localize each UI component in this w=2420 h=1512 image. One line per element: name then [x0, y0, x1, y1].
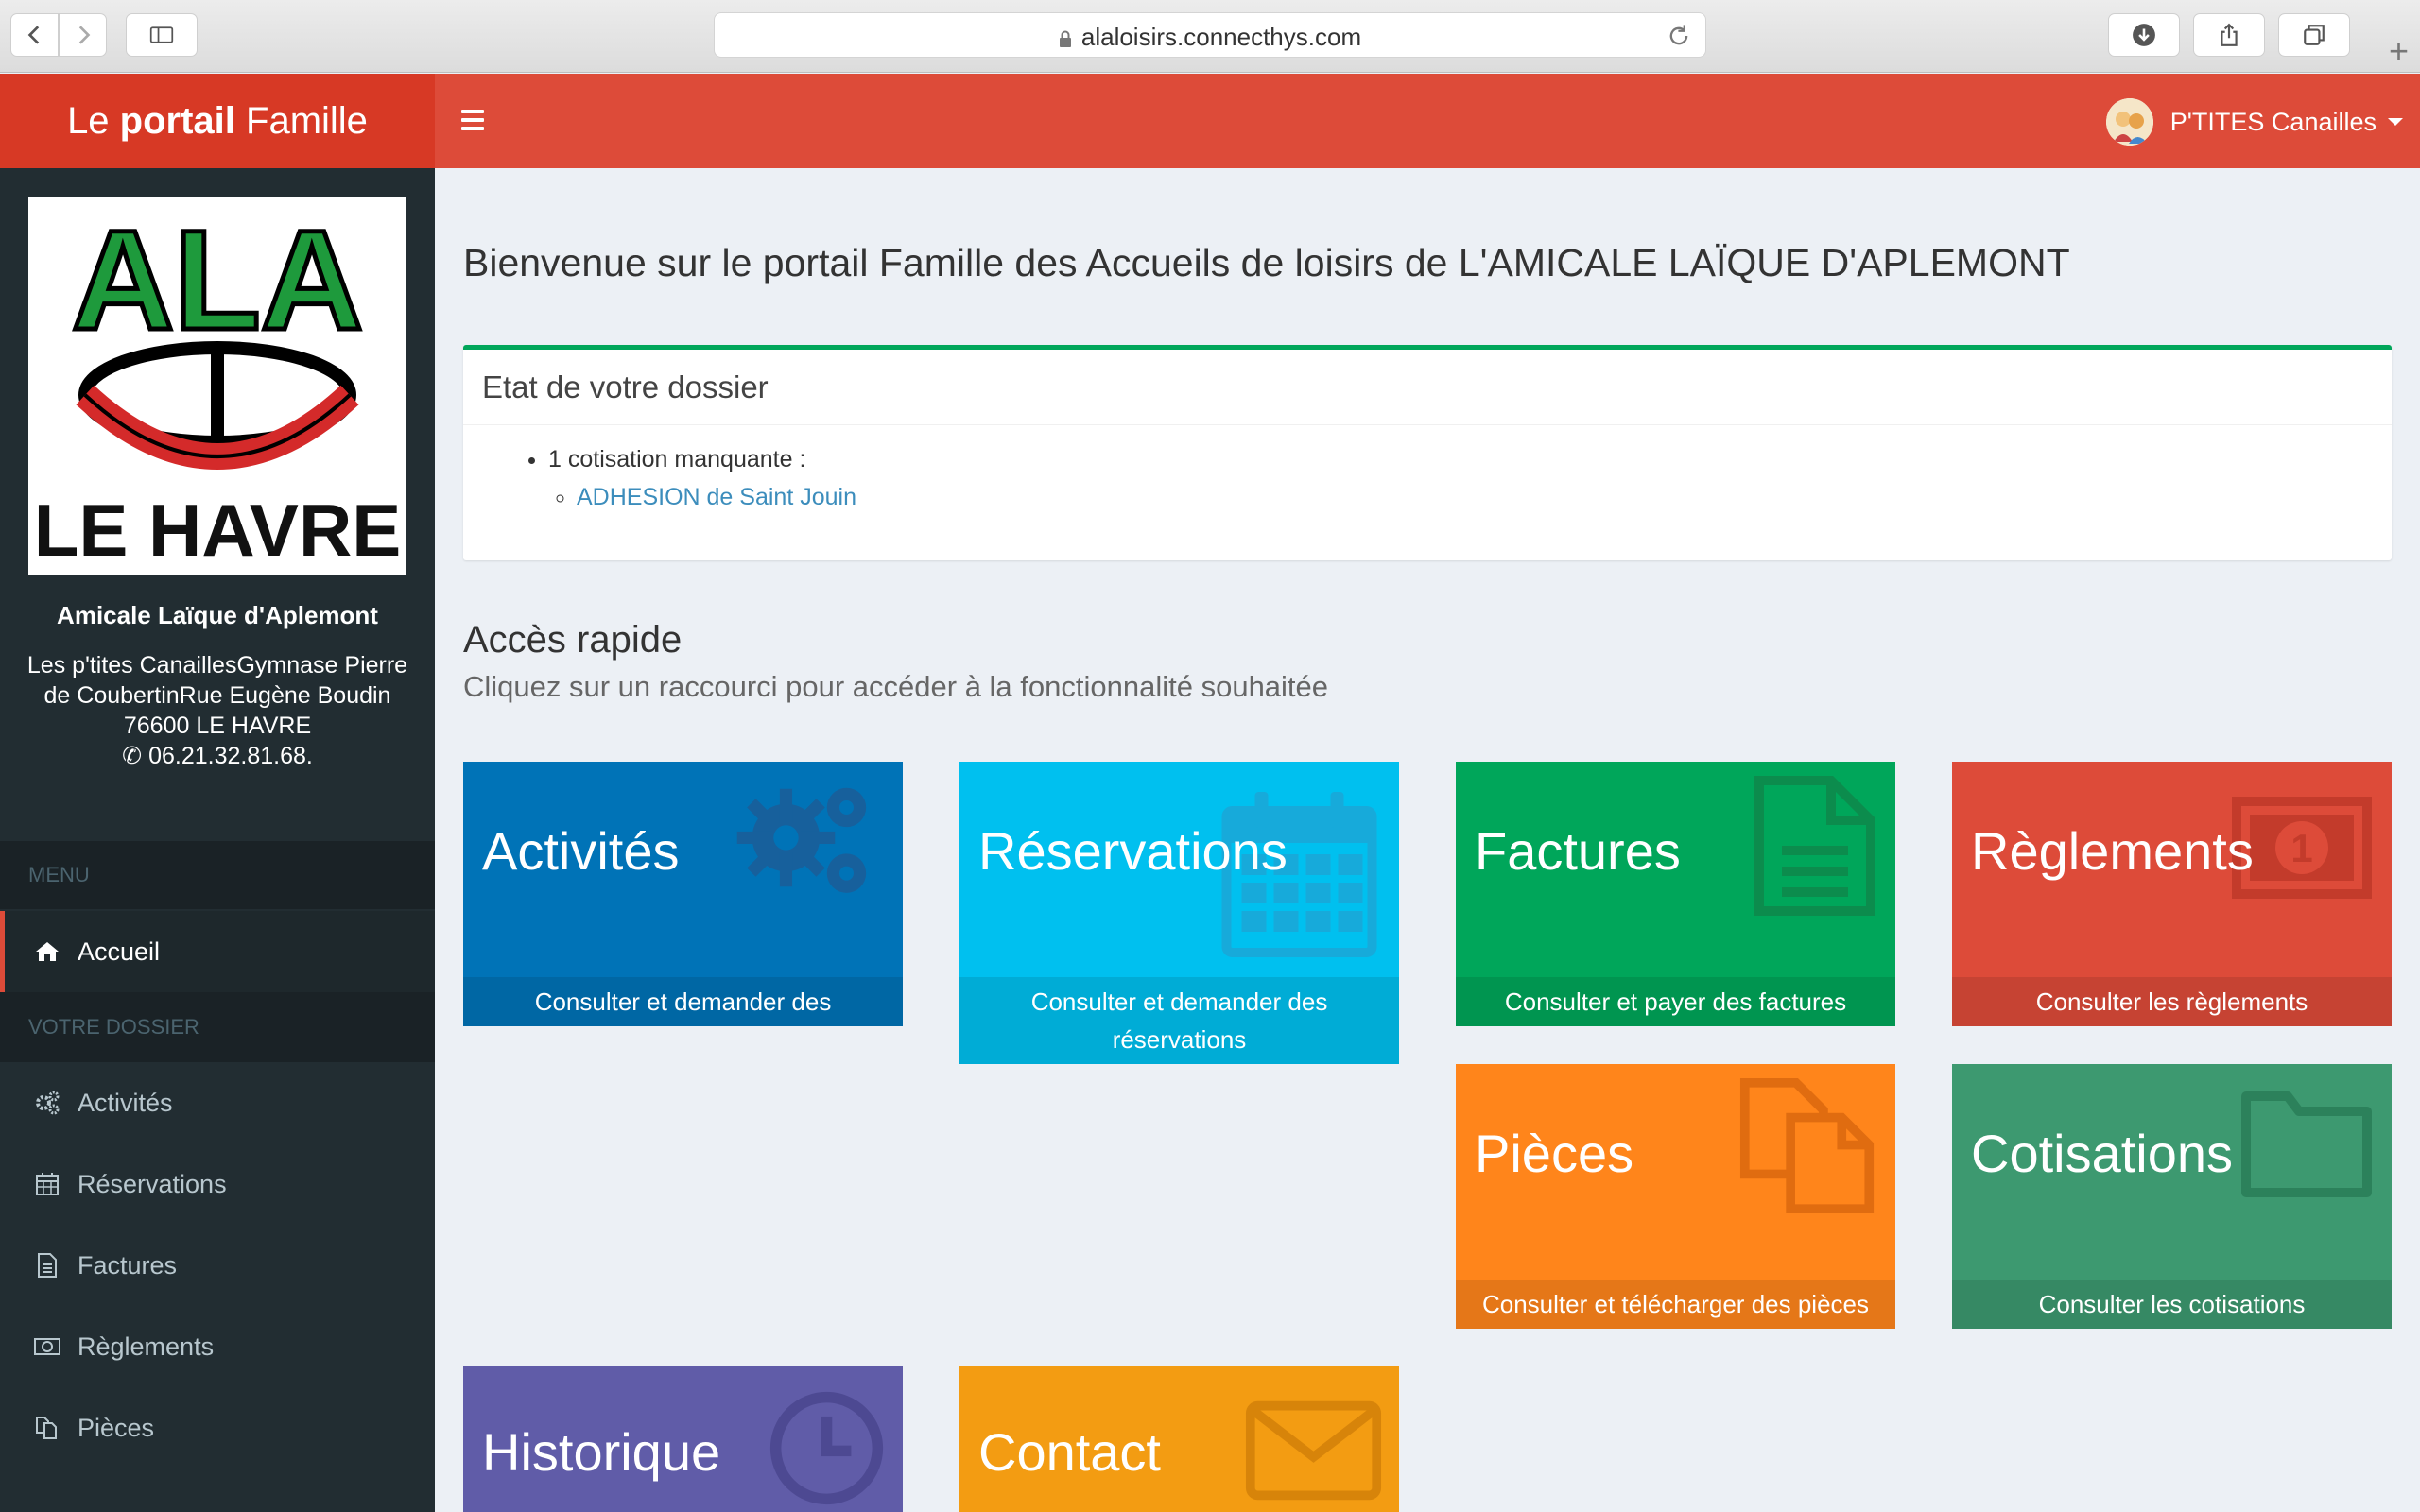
chevron-left-icon [27, 26, 39, 44]
user-menu[interactable]: P'TITES Canailles [2105, 98, 2403, 146]
list-item: 1 cotisation manquante : ADHESION de Sai… [548, 444, 2392, 512]
tabs-button[interactable] [2278, 13, 2350, 57]
tile-reglements[interactable]: Règlements 1 Consulter les règlements [1952, 762, 2392, 1026]
hamburger-menu-icon[interactable] [461, 110, 484, 130]
logo-text-bold: portail [119, 100, 235, 142]
calendar-icon [34, 1171, 60, 1197]
tile-label: Cotisations [1971, 1124, 2234, 1183]
phone-line: ✆ 06.21.32.81.68. [19, 741, 416, 771]
list-item-text: 1 cotisation manquante : [548, 446, 806, 472]
files-icon [34, 1415, 60, 1441]
reload-icon[interactable] [1666, 23, 1692, 49]
file-text-icon [34, 1252, 60, 1279]
home-icon [34, 938, 60, 965]
sidebar-item-label: Pièces [78, 1413, 155, 1442]
browser-toolbar: alaloisirs.connecthys.com + [0, 0, 2420, 73]
sidebar-item-label: Règlements [78, 1332, 215, 1361]
avatar [2105, 98, 2153, 146]
tile-footer: Consulter et payer des factures [1456, 977, 1895, 1026]
address-line-1: Les p'tites CanaillesGymnase Pierre de C… [26, 652, 408, 709]
tile-label: Activités [482, 821, 680, 881]
forward-button[interactable] [59, 13, 107, 57]
sidebar-item-label: Réservations [78, 1169, 227, 1198]
file-text-icon [1754, 776, 1876, 916]
money-icon [34, 1333, 60, 1360]
phone-number: 06.21.32.81.68. [148, 743, 313, 769]
sidebar-toggle-button[interactable] [126, 13, 198, 57]
tile-pieces[interactable]: Pièces Consulter et télécharger des pièc… [1456, 1064, 1895, 1329]
page-title: Bienvenue sur le portail Famille des Acc… [463, 241, 2070, 284]
sidebar: ALA LE HAVRE Amicale Laïque d'Aplemont L… [0, 168, 435, 1512]
tile-reservations[interactable]: Réservations Consulter et demander des r… [959, 762, 1399, 1064]
sidebar-item-factures[interactable]: Factures [0, 1225, 435, 1306]
sidebar-item-label: Factures [78, 1250, 178, 1280]
cogs-icon [34, 1090, 60, 1116]
quick-access-title: Accès rapide [463, 619, 683, 661]
downloads-button[interactable] [2108, 13, 2180, 57]
user-name: P'TITES Canailles [2169, 107, 2377, 136]
tabs-icon [2304, 25, 2325, 45]
tile-label: Factures [1475, 821, 1681, 881]
cogs-icon [736, 787, 867, 893]
tile-label: Réservations [978, 821, 1288, 881]
tile-cotisations[interactable]: Cotisations Consulter les cotisations [1952, 1064, 2392, 1329]
adhesion-link[interactable]: ADHESION de Saint Jouin [577, 484, 856, 510]
sidebar-item-reglements[interactable]: Règlements [0, 1306, 435, 1387]
phone-icon: ✆ [122, 743, 143, 769]
share-icon [2221, 23, 2238, 46]
sidebar-item-pieces[interactable]: Pièces [0, 1387, 435, 1469]
plus-icon: + [2388, 30, 2410, 70]
back-button[interactable] [10, 13, 59, 57]
logo-text-pre: Le [67, 100, 120, 142]
box-title: Etat de votre dossier [463, 350, 2392, 425]
clock-icon [769, 1391, 884, 1505]
tile-label: Contact [978, 1422, 1161, 1482]
chevron-right-icon [78, 26, 90, 44]
top-navbar: P'TITES Canailles [435, 74, 2420, 168]
tile-label: Pièces [1475, 1124, 1634, 1183]
sidebar-item-label: Accueil [78, 936, 161, 966]
svg-text:LE HAVRE: LE HAVRE [34, 489, 402, 572]
tile-historique[interactable]: Historique [463, 1366, 903, 1512]
tile-footer: Consulter les règlements [1952, 977, 2392, 1026]
sidebar-item-activites[interactable]: Activités [0, 1062, 435, 1143]
svg-text:ALA: ALA [72, 200, 363, 359]
organization-name: Amicale Laïque d'Aplemont [57, 601, 378, 629]
sidebar-icon [149, 26, 174, 43]
tile-footer: Consulter et demander des inscriptions [463, 977, 903, 1026]
tile-label: Historique [482, 1422, 721, 1482]
folder-icon [2241, 1091, 2372, 1197]
tile-contact[interactable]: Contact [959, 1366, 1399, 1512]
organization-address: Les p'tites CanaillesGymnase Pierre de C… [19, 650, 416, 771]
tile-footer: Consulter et télécharger des pièces [1456, 1280, 1895, 1329]
tile-factures[interactable]: Factures Consulter et payer des factures [1456, 762, 1895, 1026]
sidebar-item-label: Activités [78, 1088, 173, 1117]
dossier-section-label: VOTRE DOSSIER [0, 992, 435, 1062]
box-body: 1 cotisation manquante : ADHESION de Sai… [463, 425, 2392, 512]
tile-label: Règlements [1971, 821, 2254, 881]
tile-activites[interactable]: Activités Consulter et demander des insc… [463, 762, 903, 1026]
logo-text-post: Famille [234, 100, 368, 142]
envelope-icon [1245, 1400, 1382, 1501]
new-tab-button[interactable]: + [2377, 28, 2420, 73]
sidebar-item-accueil[interactable]: Accueil [0, 911, 435, 992]
caret-down-icon [2388, 118, 2403, 126]
menu-section-label: MENU [0, 841, 435, 909]
address-bar[interactable]: alaloisirs.connecthys.com [714, 12, 1706, 58]
organization-logo: ALA LE HAVRE [28, 197, 406, 575]
tile-footer: Consulter et demander des réservations [959, 977, 1399, 1064]
address-line-2: 76600 LE HAVRE [123, 713, 312, 739]
share-button[interactable] [2193, 13, 2265, 57]
lock-icon [1059, 30, 1071, 47]
download-icon [2133, 24, 2155, 46]
files-icon [1739, 1077, 1875, 1214]
app-logo[interactable]: Le portail Famille [0, 74, 435, 168]
quick-access-subtitle: Cliquez sur un raccourci pour accéder à … [463, 670, 1329, 703]
sidebar-item-reservations[interactable]: Réservations [0, 1143, 435, 1225]
list-subitem: ADHESION de Saint Jouin [577, 482, 2392, 512]
svg-text:1: 1 [2290, 826, 2312, 870]
url-text: alaloisirs.connecthys.com [1080, 23, 1362, 51]
tile-footer: Consulter les cotisations [1952, 1280, 2392, 1329]
dossier-status-box: Etat de votre dossier 1 cotisation manqu… [463, 345, 2392, 560]
